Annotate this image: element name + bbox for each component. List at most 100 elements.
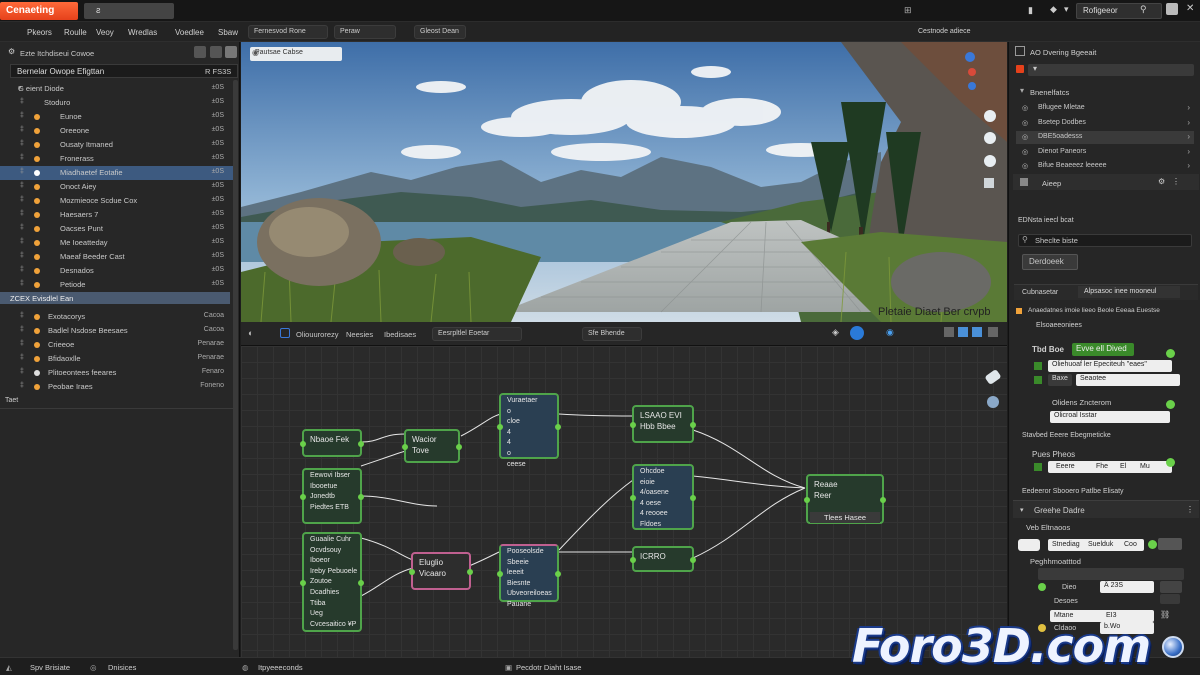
mode-dropdown[interactable]: Fernesvod Rone bbox=[248, 25, 328, 39]
output-socket[interactable] bbox=[690, 495, 696, 501]
menu-item[interactable]: Roulle bbox=[64, 28, 87, 37]
menu-item[interactable]: Sbaw bbox=[218, 28, 238, 37]
render-option-item[interactable]: ◎ DBE5oadesss › bbox=[1016, 131, 1194, 144]
outliner-item[interactable]: ‡ Eunoe ±0S bbox=[0, 110, 238, 124]
render-engine-icon[interactable] bbox=[1016, 65, 1024, 73]
grid-icon[interactable]: ⊞ bbox=[904, 5, 912, 16]
visibility-icon[interactable]: ‡ bbox=[20, 368, 24, 375]
outliner-item[interactable]: ‡ Badlel Nsdose Beesaes Cacoa bbox=[0, 324, 238, 338]
input-socket[interactable] bbox=[630, 557, 636, 563]
node-tree-icon[interactable] bbox=[280, 328, 290, 338]
section-header[interactable]: Bnenelfatcs bbox=[1030, 88, 1069, 97]
visibility-icon[interactable]: ‡ bbox=[20, 382, 24, 389]
visibility-icon[interactable]: ‡ bbox=[20, 252, 24, 259]
view-toggle-button[interactable] bbox=[210, 46, 222, 58]
output-socket[interactable] bbox=[555, 571, 561, 577]
menu-item[interactable]: Voedlee bbox=[175, 28, 204, 37]
render-option-item[interactable]: ◎ Dienot Paneors › bbox=[1016, 146, 1194, 159]
menu-item[interactable]: Pkeors bbox=[27, 28, 52, 37]
chevron-right-icon[interactable]: › bbox=[1187, 147, 1190, 156]
visibility-icon[interactable]: ‡ bbox=[20, 238, 24, 245]
outliner-item[interactable]: ‡ Bfidaoxlle Penarae bbox=[0, 352, 238, 366]
collection-row[interactable]: ZCEX Evisdlel Ean bbox=[0, 292, 230, 304]
node-pooseolsde[interactable]: Pooseolsde Sbeeie leeeit Biesnte Ubveoreiloe… bbox=[497, 544, 561, 608]
visibility-icon[interactable]: ‡ bbox=[20, 354, 24, 361]
menu-item[interactable]: Veoy bbox=[96, 28, 114, 37]
visibility-icon[interactable]: ‡ bbox=[20, 280, 24, 287]
toggle-switch[interactable] bbox=[1160, 594, 1180, 604]
chevron-right-icon[interactable]: › bbox=[1187, 118, 1190, 127]
visibility-icon[interactable]: ‡ bbox=[20, 340, 24, 347]
visibility-icon[interactable]: ‡ bbox=[20, 126, 24, 133]
chevron-down-icon[interactable]: ▾ bbox=[1020, 506, 1024, 514]
chevron-right-icon[interactable]: › bbox=[1187, 103, 1190, 112]
node-eluglio[interactable]: Eluglio Vicaaro bbox=[409, 552, 473, 590]
visibility-icon[interactable]: ‡ bbox=[20, 266, 24, 273]
input-socket[interactable] bbox=[630, 422, 636, 428]
outliner-item[interactable]: ‡ Peobae Iraes Foneno bbox=[0, 380, 238, 394]
outliner-item[interactable]: ‡ Haesaers 7 ±0S bbox=[0, 208, 238, 222]
node-eewovi[interactable]: Eewovi Ibser Ibooetue Jonedtb Piedtes ETB bbox=[300, 468, 364, 524]
orbit-tool-icon[interactable] bbox=[984, 155, 996, 167]
visibility-icon[interactable]: ‡ bbox=[20, 140, 24, 147]
zoom-tool-icon[interactable] bbox=[984, 132, 996, 144]
toggle-b-icon[interactable] bbox=[958, 327, 968, 337]
search-icon[interactable]: ⚲ bbox=[1140, 4, 1147, 15]
input-socket[interactable] bbox=[497, 424, 503, 430]
sidebar-toggle-icon[interactable] bbox=[987, 396, 999, 408]
slider-bar[interactable] bbox=[1038, 568, 1184, 580]
link-icon[interactable]: ⛓ bbox=[1160, 610, 1170, 619]
outliner-item[interactable]: ‡ Oacses Punt ±0S bbox=[0, 222, 238, 236]
outliner-item[interactable]: ‡ Onoct Aiey ±0S bbox=[0, 180, 238, 194]
node-menu-select[interactable]: Neesies bbox=[346, 330, 373, 339]
menu-dots-icon[interactable]: ⋮ bbox=[1186, 505, 1194, 514]
output-socket[interactable] bbox=[358, 494, 364, 500]
input-socket[interactable] bbox=[804, 497, 810, 503]
toggle-dot[interactable] bbox=[1166, 458, 1175, 467]
filter-icon[interactable]: ⚙ bbox=[8, 47, 15, 56]
filter-button[interactable] bbox=[194, 46, 206, 58]
visibility-icon[interactable]: ‡ bbox=[20, 168, 24, 175]
workspace-tab[interactable]: ƨ bbox=[84, 3, 174, 19]
output-socket[interactable] bbox=[358, 441, 364, 447]
outliner-item[interactable]: ‡ Fronerass ±0S bbox=[0, 152, 238, 166]
visibility-icon[interactable]: ‡ bbox=[20, 312, 24, 319]
scene-row[interactable]: ▾ G eient Diode ±0S bbox=[0, 82, 238, 96]
text-field[interactable]: Oliehuoaf ler Epeciteuh "eaes" bbox=[1048, 360, 1172, 372]
primary-button[interactable]: Derdoeek bbox=[1022, 254, 1078, 270]
input-socket[interactable] bbox=[630, 495, 636, 501]
collapse-icon[interactable]: ▾ bbox=[1020, 86, 1024, 95]
input-socket[interactable] bbox=[402, 444, 408, 450]
chevron-right-icon[interactable]: › bbox=[1187, 161, 1190, 170]
visibility-icon[interactable]: ‡ bbox=[20, 98, 24, 105]
gizmo-z-icon[interactable] bbox=[965, 52, 975, 62]
visibility-icon[interactable]: ‡ bbox=[20, 210, 24, 217]
visibility-icon[interactable]: ‡ bbox=[20, 182, 24, 189]
input-socket[interactable] bbox=[497, 571, 503, 577]
props-search-input[interactable]: Sheclte biste bbox=[1018, 234, 1192, 247]
visibility-icon[interactable]: ‡ bbox=[20, 196, 24, 203]
visibility-icon[interactable]: ‡ bbox=[20, 224, 24, 231]
file-icon[interactable]: ▮ bbox=[1028, 5, 1033, 16]
output-socket[interactable] bbox=[358, 580, 364, 586]
bookmark-icon[interactable]: ◆ bbox=[1050, 4, 1057, 15]
output-socket[interactable] bbox=[467, 569, 473, 575]
view-dropdown[interactable]: Peraw bbox=[334, 25, 396, 39]
3d-viewport[interactable] bbox=[241, 42, 1007, 322]
toggle-d-icon[interactable] bbox=[988, 327, 998, 337]
node-reaae[interactable]: Reaae Reer Tlees Hasee bbox=[804, 474, 886, 524]
input-socket[interactable] bbox=[300, 494, 306, 500]
outliner-item[interactable]: ‡ Me Ioeatteday ±0S bbox=[0, 236, 238, 250]
output-socket[interactable] bbox=[690, 557, 696, 563]
node-vuraetaer[interactable]: Vuraetaer o cloe 4 4 o ceese bbox=[497, 393, 561, 468]
value-field[interactable]: Seaotee bbox=[1076, 374, 1180, 386]
output-socket[interactable] bbox=[555, 424, 561, 430]
node-guaalie[interactable]: Guaalie Cuhr Ocvdsouy Iboeor Ireby Pebuoele… bbox=[300, 532, 364, 632]
node-menu-view[interactable]: Oliouurorezy bbox=[296, 330, 339, 339]
slot-dropdown[interactable]: Sfe Bhende bbox=[582, 327, 642, 341]
app-tab[interactable]: Cenaeting bbox=[0, 2, 78, 20]
settings-icon[interactable]: ⚙ bbox=[1158, 177, 1165, 186]
keyframe-button[interactable] bbox=[1160, 581, 1182, 593]
outliner-scrollbar[interactable] bbox=[233, 80, 238, 650]
tab-cubnasetar[interactable]: Cubnasetar bbox=[1022, 289, 1058, 296]
